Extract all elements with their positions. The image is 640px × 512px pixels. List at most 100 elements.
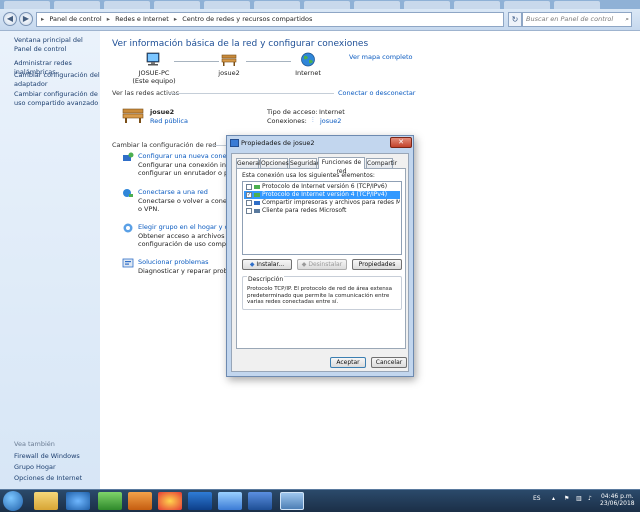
new-connection-icon bbox=[123, 152, 134, 161]
breadcrumb-item[interactable]: Panel de control bbox=[49, 15, 101, 23]
list-item[interactable]: Cliente para redes Microsoft bbox=[244, 207, 400, 215]
uninstall-button[interactable]: ◆ Desinstalar bbox=[297, 259, 347, 270]
task-new-connection-link[interactable]: Configurar una nueva conexión o red bbox=[138, 152, 233, 161]
start-button[interactable] bbox=[3, 491, 23, 511]
browser-tab-strip bbox=[0, 0, 640, 9]
network-category-link[interactable]: Red pública bbox=[150, 117, 188, 125]
control-panel-icon[interactable] bbox=[280, 492, 304, 510]
chrome-icon[interactable] bbox=[158, 492, 182, 510]
sidebar-item-adapter-settings[interactable]: Cambiar configuración del adaptador bbox=[14, 71, 100, 88]
breadcrumb-item[interactable]: Centro de redes y recursos compartidos bbox=[182, 15, 312, 23]
item-label: Protocolo de Internet versión 4 (TCP/IPv… bbox=[262, 191, 388, 198]
tab-sharing[interactable]: Compartir bbox=[366, 158, 397, 168]
browser-tab[interactable] bbox=[254, 1, 300, 9]
task-homegroup-link[interactable]: Elegir grupo en el hogar y opciones de u… bbox=[138, 223, 233, 232]
photoshop-icon[interactable] bbox=[188, 492, 212, 510]
sidebar-item-advanced-sharing[interactable]: Cambiar configuración de uso compartido … bbox=[14, 90, 100, 107]
view-full-map-link[interactable]: Ver mapa completo bbox=[349, 53, 413, 61]
browser-tab[interactable] bbox=[154, 1, 200, 9]
app-icon[interactable] bbox=[98, 492, 122, 510]
breadcrumb-separator: ▸ bbox=[173, 15, 178, 23]
window-icon[interactable] bbox=[218, 492, 242, 510]
breadcrumb[interactable]: ▸ Panel de control ▸ Redes e Internet ▸ … bbox=[36, 12, 504, 27]
list-item[interactable]: Protocolo de Internet versión 6 (TCP/IPv… bbox=[244, 183, 400, 191]
close-button[interactable]: ✕ bbox=[390, 137, 412, 148]
computer-icon bbox=[146, 52, 160, 66]
map-node-internet[interactable]: Internet bbox=[290, 52, 326, 77]
browser-tab[interactable] bbox=[454, 1, 500, 9]
browser-tab[interactable] bbox=[554, 1, 600, 9]
sidebar-item-control-panel-home[interactable]: Ventana principal del Panel de control bbox=[14, 36, 100, 53]
map-node-network[interactable]: josue2 bbox=[212, 52, 246, 77]
list-item[interactable]: ✓ Protocolo de Internet versión 4 (TCP/I… bbox=[244, 191, 400, 199]
properties-button[interactable]: Propiedades bbox=[352, 259, 402, 270]
accept-button[interactable]: Aceptar bbox=[330, 357, 366, 368]
breadcrumb-item[interactable]: Redes e Internet bbox=[115, 15, 169, 23]
access-type-label: Tipo de acceso: bbox=[267, 108, 318, 116]
description-title: Descripción bbox=[247, 276, 285, 283]
browser-tab[interactable] bbox=[4, 1, 50, 9]
checkbox[interactable] bbox=[246, 208, 252, 214]
breadcrumb-separator: ▸ bbox=[106, 15, 111, 23]
language-indicator[interactable]: ES bbox=[533, 495, 541, 502]
file-explorer-icon[interactable] bbox=[34, 492, 58, 510]
sidebar-item-firewall[interactable]: Firewall de Windows bbox=[14, 452, 100, 461]
browser-tab[interactable] bbox=[104, 1, 150, 9]
browser-tab[interactable] bbox=[304, 1, 350, 9]
task-connect-network-link[interactable]: Conectarse a una red bbox=[138, 188, 233, 197]
components-list[interactable]: Protocolo de Internet versión 6 (TCP/IPv… bbox=[242, 181, 402, 255]
volume-icon[interactable]: ♪ bbox=[588, 495, 592, 502]
tab-network-functions[interactable]: Funciones de red bbox=[318, 157, 365, 175]
install-button[interactable]: ◆ Instalar... bbox=[242, 259, 292, 270]
list-item[interactable]: Compartir impresoras y archivos para red… bbox=[244, 199, 400, 207]
sidebar-item-internet-options[interactable]: Opciones de Internet bbox=[14, 474, 100, 483]
homegroup-icon bbox=[123, 223, 133, 233]
checkbox[interactable]: ✓ bbox=[246, 192, 252, 198]
checkbox[interactable] bbox=[246, 184, 252, 190]
printer-share-icon bbox=[254, 201, 260, 205]
checkbox[interactable] bbox=[246, 200, 252, 206]
browser-tab[interactable] bbox=[54, 1, 100, 9]
search-icon[interactable]: ⌕ bbox=[625, 13, 629, 26]
word-icon[interactable] bbox=[248, 492, 272, 510]
flag-icon[interactable]: ⚑ bbox=[564, 495, 569, 502]
connect-network-icon bbox=[123, 189, 133, 197]
install-label: Instalar... bbox=[256, 261, 285, 268]
back-icon[interactable]: ◀ bbox=[3, 12, 17, 26]
task-desc: Obtener acceso a archivos e impresoras bbox=[138, 231, 233, 240]
refresh-icon[interactable]: ↻ bbox=[508, 12, 522, 27]
cancel-button[interactable]: Cancelar bbox=[371, 357, 407, 368]
node-label: Internet bbox=[295, 69, 321, 77]
list-label: Esta conexión usa los siguientes element… bbox=[242, 172, 375, 179]
sublime-icon[interactable] bbox=[128, 492, 152, 510]
tab-security[interactable]: Seguridad bbox=[289, 158, 321, 168]
clock[interactable]: 04:46 p.m. 23/06/2018 bbox=[600, 493, 635, 507]
bench-icon bbox=[221, 54, 237, 66]
task-troubleshoot: Solucionar problemas Diagnosticar y repa… bbox=[138, 258, 233, 275]
protocol-icon bbox=[254, 193, 260, 197]
network-name: josue2 bbox=[150, 108, 175, 116]
connections-label: Conexiones: bbox=[267, 117, 307, 125]
map-node-computer[interactable]: JOSUE-PC (Este equipo) bbox=[130, 52, 178, 85]
task-desc: o VPN. bbox=[138, 205, 160, 213]
left-panel: Ventana principal del Panel de control A… bbox=[0, 31, 100, 489]
media-player-icon[interactable] bbox=[66, 492, 90, 510]
search-input[interactable]: Buscar en Panel de control ⌕ bbox=[522, 12, 632, 27]
network-icon[interactable]: ▥ bbox=[576, 495, 582, 502]
wifi-signal-icon: ⫶ bbox=[312, 116, 314, 124]
connect-disconnect-link[interactable]: Conectar o desconectar bbox=[338, 89, 415, 97]
connection-link[interactable]: josue2 bbox=[320, 117, 341, 125]
tray-arrow-icon[interactable]: ▴ bbox=[552, 495, 555, 502]
tab-general[interactable]: General bbox=[236, 158, 261, 168]
forward-icon[interactable]: ▶ bbox=[19, 12, 33, 26]
uninstall-label: Desinstalar bbox=[308, 261, 343, 268]
browser-tab[interactable] bbox=[354, 1, 400, 9]
tab-options[interactable]: Opciones bbox=[260, 158, 289, 168]
task-desc: Configurar una conexión inalámbrica, bbox=[138, 160, 233, 169]
sidebar-item-homegroup[interactable]: Grupo Hogar bbox=[14, 463, 100, 472]
browser-tab[interactable] bbox=[404, 1, 450, 9]
task-troubleshoot-link[interactable]: Solucionar problemas bbox=[138, 258, 233, 267]
browser-tab[interactable] bbox=[204, 1, 250, 9]
browser-tab[interactable] bbox=[504, 1, 550, 9]
divider bbox=[168, 93, 334, 94]
